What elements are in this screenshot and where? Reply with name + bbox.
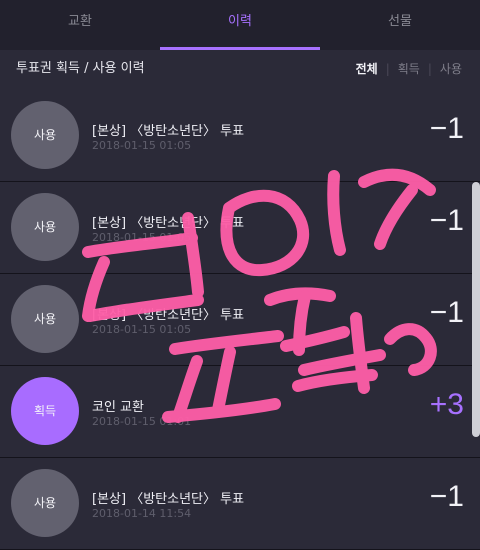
item-title: [본상] 〈방탄소년단〉 투표: [92, 492, 245, 507]
status-badge: 사용: [11, 285, 79, 353]
item-title: [본상] 〈방탄소년단〉 투표: [92, 216, 245, 231]
status-badge: 사용: [11, 101, 79, 169]
item-timestamp: 2018-01-15 01:01: [92, 415, 192, 428]
item-amount: −1: [429, 296, 464, 329]
list-item: 사용 [본상] 〈방탄소년단〉 투표 2018-01-14 11:54 −1: [0, 458, 480, 550]
status-badge: 획득: [11, 377, 79, 445]
item-timestamp: 2018-01-15 01:05: [92, 231, 192, 244]
tab-bar: 교환 이력 선물: [0, 0, 480, 50]
list-item: 사용 [본상] 〈방탄소년단〉 투표 2018-01-15 01:05 −1: [0, 90, 480, 182]
item-amount: −1: [429, 112, 464, 145]
item-amount: −1: [429, 204, 464, 237]
scrollbar[interactable]: [472, 182, 480, 437]
filter-earn[interactable]: 획득: [390, 62, 428, 76]
history-list: 사용 [본상] 〈방탄소년단〉 투표 2018-01-15 01:05 −1 사…: [0, 90, 480, 550]
item-timestamp: 2018-01-15 01:05: [92, 139, 192, 152]
item-amount: −1: [429, 480, 464, 513]
item-title: [본상] 〈방탄소년단〉 투표: [92, 308, 245, 323]
item-amount: +3: [429, 388, 464, 421]
tab-history[interactable]: 이력: [160, 0, 320, 50]
list-item: 사용 [본상] 〈방탄소년단〉 투표 2018-01-15 01:05 −1: [0, 182, 480, 274]
filter-use[interactable]: 사용: [432, 62, 470, 76]
list-item: 사용 [본상] 〈방탄소년단〉 투표 2018-01-15 01:05 −1: [0, 274, 480, 366]
filter-group: 전체 | 획득 | 사용: [348, 50, 470, 88]
filter-bar: 투표권 획득 / 사용 이력 전체 | 획득 | 사용: [0, 50, 480, 91]
item-title: [본상] 〈방탄소년단〉 투표: [92, 124, 245, 139]
section-title: 투표권 획득 / 사용 이력: [16, 61, 145, 76]
tab-gift[interactable]: 선물: [320, 0, 480, 48]
item-timestamp: 2018-01-14 11:54: [92, 507, 192, 520]
filter-all[interactable]: 전체: [348, 62, 386, 76]
item-timestamp: 2018-01-15 01:05: [92, 323, 192, 336]
status-badge: 사용: [11, 193, 79, 261]
item-title: 코인 교환: [92, 400, 144, 415]
status-badge: 사용: [11, 469, 79, 537]
tab-exchange[interactable]: 교환: [0, 0, 160, 48]
list-item: 획득 코인 교환 2018-01-15 01:01 +3: [0, 366, 480, 458]
